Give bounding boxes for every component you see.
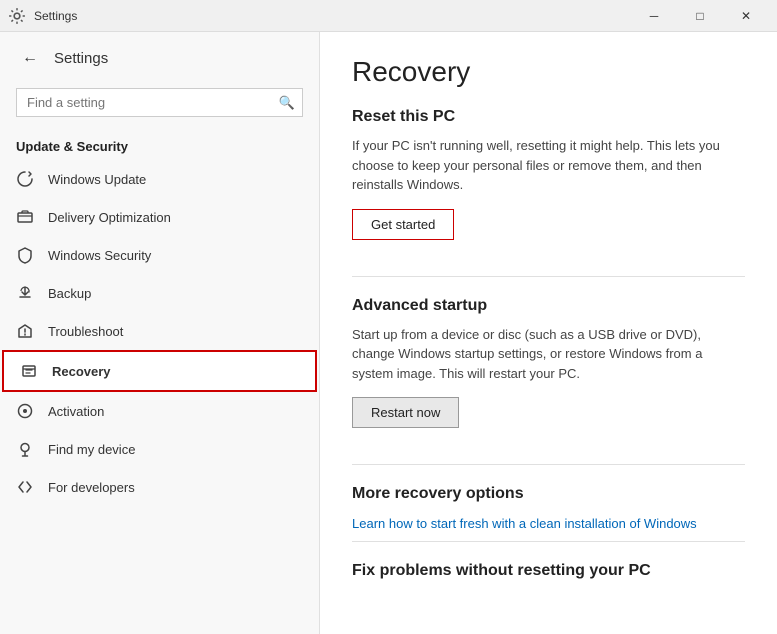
- close-button[interactable]: ✕: [723, 0, 769, 32]
- find-icon: [16, 440, 34, 458]
- recovery-icon: [20, 362, 38, 380]
- sidebar: ← Settings 🔍 Update & Security Windows U…: [0, 32, 320, 634]
- troubleshoot-icon: [16, 322, 34, 340]
- sidebar-item-label-activation: Activation: [48, 404, 104, 419]
- back-button[interactable]: ←: [16, 44, 44, 72]
- sidebar-item-label-backup: Backup: [48, 286, 91, 301]
- reset-section-heading: Reset this PC: [352, 108, 745, 126]
- page-title: Recovery: [352, 56, 745, 88]
- delivery-icon: [16, 208, 34, 226]
- sidebar-item-delivery-optimization[interactable]: Delivery Optimization: [0, 198, 319, 236]
- sidebar-item-label-windows-update: Windows Update: [48, 172, 146, 187]
- search-icon: 🔍: [279, 95, 295, 111]
- advanced-section-desc: Start up from a device or disc (such as …: [352, 325, 745, 384]
- sidebar-item-label-developers: For developers: [48, 480, 135, 495]
- sidebar-item-find-my-device[interactable]: Find my device: [0, 430, 319, 468]
- reset-section-desc: If your PC isn't running well, resetting…: [352, 136, 745, 195]
- sidebar-item-label-find: Find my device: [48, 442, 135, 457]
- app-body: ← Settings 🔍 Update & Security Windows U…: [0, 32, 777, 634]
- sidebar-item-troubleshoot[interactable]: Troubleshoot: [0, 312, 319, 350]
- settings-icon: [8, 7, 26, 25]
- sidebar-app-title: Settings: [54, 50, 108, 67]
- security-icon: [16, 246, 34, 264]
- titlebar: Settings ─ □ ✕: [0, 0, 777, 32]
- update-icon: [16, 170, 34, 188]
- restart-now-button[interactable]: Restart now: [352, 397, 459, 428]
- minimize-button[interactable]: ─: [631, 0, 677, 32]
- sidebar-item-for-developers[interactable]: For developers: [0, 468, 319, 506]
- fix-section-heading: Fix problems without resetting your PC: [352, 562, 745, 580]
- divider-3: [352, 541, 745, 542]
- maximize-button[interactable]: □: [677, 0, 723, 32]
- backup-icon: [16, 284, 34, 302]
- get-started-button[interactable]: Get started: [352, 209, 454, 240]
- sidebar-item-backup[interactable]: Backup: [0, 274, 319, 312]
- sidebar-item-label-security: Windows Security: [48, 248, 151, 263]
- sidebar-item-label-recovery: Recovery: [52, 364, 111, 379]
- sidebar-item-label-delivery: Delivery Optimization: [48, 210, 171, 225]
- activation-icon: [16, 402, 34, 420]
- advanced-section-heading: Advanced startup: [352, 297, 745, 315]
- sidebar-item-windows-update[interactable]: Windows Update: [0, 160, 319, 198]
- developers-icon: [16, 478, 34, 496]
- divider-2: [352, 464, 745, 465]
- section-title: Update & Security: [0, 129, 319, 160]
- titlebar-title: Settings: [34, 9, 631, 23]
- titlebar-controls: ─ □ ✕: [631, 0, 769, 32]
- sidebar-item-activation[interactable]: Activation: [0, 392, 319, 430]
- sidebar-item-recovery[interactable]: Recovery: [2, 350, 317, 392]
- search-input[interactable]: [16, 88, 303, 117]
- sidebar-header: ← Settings: [0, 32, 319, 84]
- sidebar-item-windows-security[interactable]: Windows Security: [0, 236, 319, 274]
- sidebar-item-label-troubleshoot: Troubleshoot: [48, 324, 123, 339]
- more-options-heading: More recovery options: [352, 485, 745, 503]
- divider-1: [352, 276, 745, 277]
- clean-install-link[interactable]: Learn how to start fresh with a clean in…: [352, 516, 697, 531]
- main-panel: Recovery Reset this PC If your PC isn't …: [320, 32, 777, 634]
- search-box: 🔍: [16, 88, 303, 117]
